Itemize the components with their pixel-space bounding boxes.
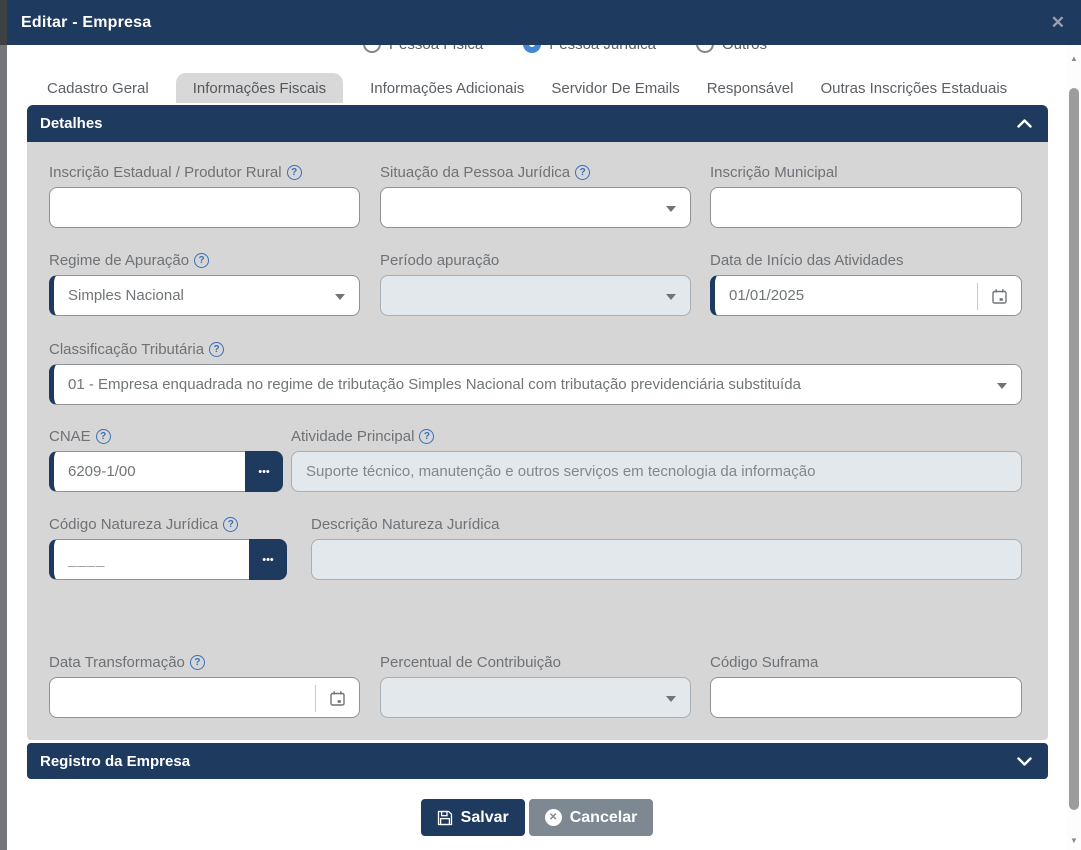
chevron-down-icon <box>666 206 676 212</box>
tab-servidor-de-emails[interactable]: Servidor De Emails <box>551 73 679 103</box>
help-icon[interactable]: ? <box>287 165 302 180</box>
chevron-down-icon <box>666 294 676 300</box>
modal-title: Editar - Empresa <box>21 14 151 32</box>
tab-responsavel[interactable]: Responsável <box>707 73 794 103</box>
save-button[interactable]: Salvar <box>421 799 525 836</box>
field-label: Classificação Tributária ? <box>49 340 1022 358</box>
chevron-down-icon <box>666 696 676 702</box>
codigo-suframa-input[interactable] <box>710 677 1022 718</box>
field-label: Data de Início das Atividades <box>710 251 1022 269</box>
field-label: Percentual de Contribuição <box>380 653 691 671</box>
field-label: Código Natureza Jurídica ? <box>49 515 287 533</box>
help-icon[interactable]: ? <box>575 165 590 180</box>
page-backdrop <box>0 45 7 850</box>
chevron-down-icon <box>335 294 345 300</box>
data-inicio-atividades-input[interactable]: 01/01/2025 <box>710 275 1022 316</box>
regime-apuracao-select[interactable]: Simples Nacional <box>49 275 360 316</box>
chevron-down-icon <box>1017 757 1032 766</box>
field-label: CNAE ? <box>49 427 283 445</box>
tab-informacoes-adicionais[interactable]: Informações Adicionais <box>370 73 524 103</box>
chevron-up-icon <box>1017 119 1032 128</box>
tab-informacoes-fiscais[interactable]: Informações Fiscais <box>176 73 343 103</box>
calendar-icon[interactable] <box>977 283 1021 310</box>
cnae-search-button[interactable]: ••• <box>245 451 283 492</box>
detalhes-panel: Inscrição Estadual / Produtor Rural ? Si… <box>27 142 1048 740</box>
situacao-pessoa-juridica-select[interactable] <box>380 187 691 228</box>
field-label: Período apuração <box>380 251 691 269</box>
calendar-icon[interactable] <box>315 685 359 712</box>
cancel-button[interactable]: ✕ Cancelar <box>529 799 654 836</box>
help-icon[interactable]: ? <box>190 655 205 670</box>
field-label: Regime de Apuração ? <box>49 251 360 269</box>
field-label: Atividade Principal ? <box>291 427 1022 445</box>
help-icon[interactable]: ? <box>223 517 238 532</box>
section-header-registro-da-empresa[interactable]: Registro da Empresa <box>27 743 1048 779</box>
field-label: Código Suframa <box>710 653 1022 671</box>
inscricao-municipal-input[interactable] <box>710 187 1022 228</box>
percentual-contribuicao-select <box>380 677 691 718</box>
field-label: Descrição Natureza Jurídica <box>311 515 1022 533</box>
section-title: Detalhes <box>40 115 103 132</box>
scroll-up-icon[interactable]: ▲ <box>1067 51 1081 65</box>
help-icon[interactable]: ? <box>194 253 209 268</box>
field-label: Data Transformação ? <box>49 653 360 671</box>
inscricao-estadual-input[interactable] <box>49 187 360 228</box>
help-icon[interactable]: ? <box>96 429 111 444</box>
page-backdrop <box>0 0 7 45</box>
scrollbar-thumb[interactable] <box>1069 88 1079 810</box>
modal-footer: Salvar ✕ Cancelar <box>0 799 1074 836</box>
tab-cadastro-geral[interactable]: Cadastro Geral <box>47 73 149 103</box>
field-label: Inscrição Estadual / Produtor Rural ? <box>49 163 360 181</box>
data-transformacao-input[interactable] <box>49 677 360 718</box>
modal-header: Editar - Empresa ✕ <box>7 0 1081 45</box>
tab-bar: Cadastro Geral Informações Fiscais Infor… <box>7 73 1067 103</box>
natureza-juridica-search-button[interactable]: ••• <box>249 539 287 580</box>
section-header-detalhes[interactable]: Detalhes <box>27 105 1048 142</box>
help-icon[interactable]: ? <box>419 429 434 444</box>
close-icon[interactable]: ✕ <box>1051 14 1065 31</box>
periodo-apuracao-select <box>380 275 691 316</box>
section-title: Registro da Empresa <box>40 753 190 770</box>
classificacao-tributaria-select[interactable]: 01 - Empresa enquadrada no regime de tri… <box>49 364 1022 405</box>
scrollbar[interactable]: ▲ ▼ <box>1067 45 1081 850</box>
codigo-natureza-juridica-input[interactable]: ____ <box>49 539 249 580</box>
field-label: Situação da Pessoa Jurídica ? <box>380 163 691 181</box>
scroll-down-icon[interactable]: ▼ <box>1067 833 1081 847</box>
edit-company-modal: Pessoa Física Pessoa Jurídica Outros Edi… <box>0 0 1081 850</box>
chevron-down-icon <box>997 383 1007 389</box>
descricao-natureza-juridica-input <box>311 539 1022 580</box>
cancel-x-icon: ✕ <box>545 809 562 826</box>
help-icon[interactable]: ? <box>209 342 224 357</box>
field-label: Inscrição Municipal <box>710 163 1022 181</box>
tab-outras-inscricoes-estaduais[interactable]: Outras Inscrições Estaduais <box>820 73 1007 103</box>
cnae-input[interactable]: 6209-1/00 <box>49 451 245 492</box>
atividade-principal-input: Suporte técnico, manutenção e outros ser… <box>291 451 1022 492</box>
save-disk-icon <box>437 810 453 826</box>
